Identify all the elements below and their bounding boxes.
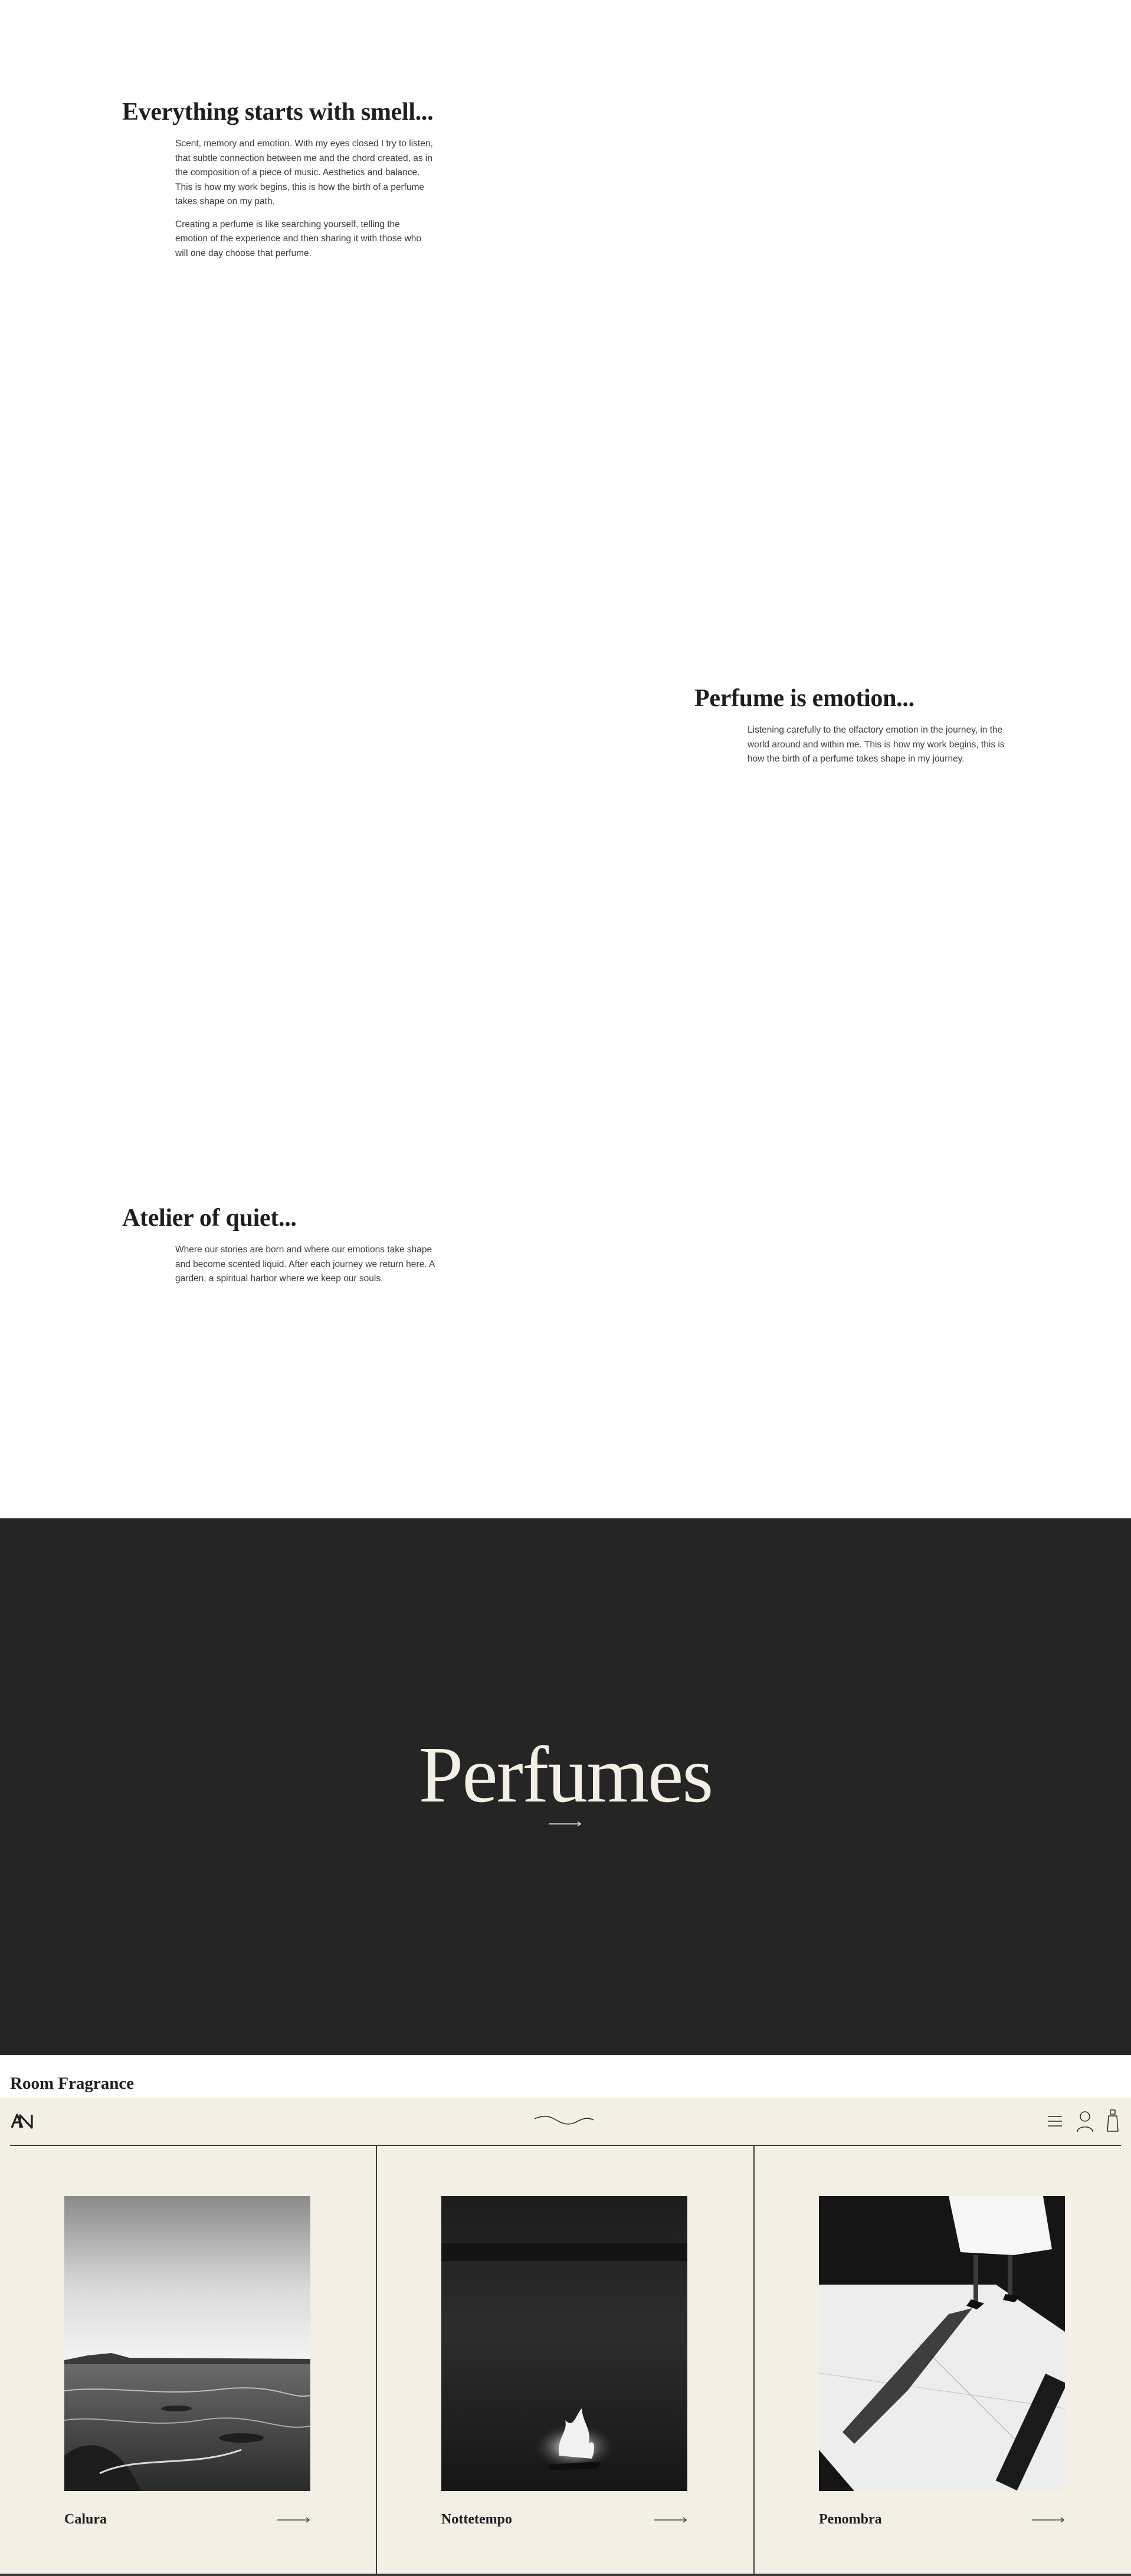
- story-paragraph: Listening carefully to the olfactory emo…: [748, 725, 1005, 764]
- bag-icon[interactable]: [1106, 2109, 1119, 2132]
- seashore-photo: [64, 2196, 310, 2491]
- story-title: Perfume is emotion...: [694, 685, 914, 712]
- night-fire-photo: [441, 2196, 687, 2491]
- product-card[interactable]: Calura: [0, 2146, 377, 2576]
- perfumes-banner[interactable]: Perfumes: [0, 1518, 1131, 2055]
- story-body: Scent, memory and emotion. With my eyes …: [175, 137, 435, 261]
- story-paragraph: Scent, memory and emotion. With my eyes …: [175, 139, 433, 206]
- story-section-smell: Everything starts with smell... Scent, m…: [122, 99, 453, 261]
- product-name[interactable]: Calura: [64, 2512, 107, 2528]
- product-name[interactable]: Penombra: [819, 2512, 882, 2528]
- site-header: [0, 2098, 1131, 2146]
- product-card[interactable]: Penombra: [755, 2146, 1131, 2576]
- room-fragrance-link[interactable]: Room Fragrance: [10, 2074, 134, 2093]
- menu-icon[interactable]: [1047, 2114, 1063, 2129]
- footer-divider: [0, 2574, 1131, 2576]
- story-section-emotion: Perfume is emotion... Listening carefull…: [694, 685, 1025, 767]
- shadow-figure-photo: [819, 2196, 1065, 2491]
- arrow-right-icon[interactable]: [1032, 2516, 1065, 2524]
- story-body: Where our stories are born and where our…: [175, 1243, 435, 1287]
- story-paragraph: Where our stories are born and where our…: [175, 1245, 435, 1284]
- product-name[interactable]: Nottetempo: [441, 2512, 512, 2528]
- brand-monogram-icon[interactable]: [11, 2112, 34, 2130]
- product-image[interactable]: [819, 2196, 1065, 2491]
- product-image[interactable]: [64, 2196, 310, 2491]
- story-title: Atelier of quiet...: [122, 1205, 297, 1232]
- wave-icon: [534, 2115, 594, 2125]
- product-card[interactable]: Nottetempo: [377, 2146, 754, 2576]
- product-panel: Calura Nottetempo Penombra: [0, 2098, 1131, 2576]
- story-section-atelier: Atelier of quiet... Where our stories ar…: [122, 1205, 453, 1287]
- story-body: Listening carefully to the olfactory emo…: [748, 723, 1007, 767]
- arrow-right-icon[interactable]: [277, 2516, 310, 2524]
- story-paragraph: Creating a perfume is like searching you…: [175, 219, 422, 258]
- product-image[interactable]: [441, 2196, 687, 2491]
- perfumes-title[interactable]: Perfumes: [0, 1734, 1131, 1816]
- arrow-right-icon[interactable]: [549, 1820, 582, 1827]
- story-title: Everything starts with smell...: [122, 99, 434, 126]
- account-icon[interactable]: [1076, 2110, 1094, 2132]
- arrow-right-icon[interactable]: [654, 2516, 687, 2524]
